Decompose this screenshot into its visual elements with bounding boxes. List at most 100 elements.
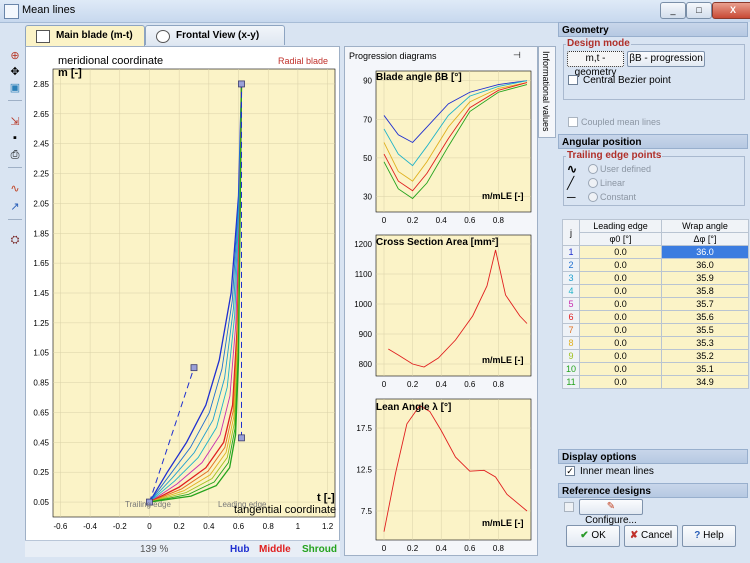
wrap-angle-cell[interactable]: 35.8 xyxy=(661,284,749,298)
table-row[interactable]: 6 0.0 35.6 xyxy=(562,310,749,324)
beta-progression-button[interactable]: βB - progression xyxy=(627,51,705,67)
ok-button[interactable]: ✔ OK xyxy=(566,525,620,547)
configure-button[interactable]: ✎ Configure... xyxy=(579,499,643,526)
table-row[interactable]: 8 0.0 35.3 xyxy=(562,336,749,350)
leading-edge-cell[interactable]: 0.0 xyxy=(579,271,662,285)
constant-curve-icon: ─ xyxy=(567,190,576,204)
control-point[interactable] xyxy=(190,364,198,372)
y-tick-label: 1.05 xyxy=(33,349,49,358)
y-tick-label: 0.25 xyxy=(33,468,49,477)
wrap-angle-cell[interactable]: 35.1 xyxy=(661,362,749,376)
settings-icon[interactable]: ⛭ xyxy=(9,234,21,246)
move-icon[interactable]: ✥ xyxy=(9,66,21,78)
user-defined-radio[interactable] xyxy=(588,164,598,174)
tab-label: Main blade (m-t) xyxy=(56,30,133,41)
y-tick-label: 0.65 xyxy=(33,408,49,417)
linear-radio[interactable] xyxy=(588,178,598,188)
table-row[interactable]: 1 0.0 36.0 xyxy=(562,245,749,259)
coupled-checkbox[interactable] xyxy=(568,117,578,127)
blade-angle-xlabel: m/mLE [-] xyxy=(482,191,524,201)
table-row[interactable]: 10 0.0 35.1 xyxy=(562,362,749,376)
user-defined-label: User defined xyxy=(600,164,652,174)
app-icon xyxy=(4,4,19,19)
print-icon[interactable]: ⎙ xyxy=(9,149,21,161)
inner-mean-lines-checkbox[interactable]: ✓ xyxy=(565,466,575,476)
grid-icon xyxy=(36,30,50,43)
main-blade-chart[interactable]: 0.05 0.25 0.45 0.65 0.85 1.05 1.25 1.45 1.65 1.85… xyxy=(26,47,339,539)
x-tick-label: 0.4 xyxy=(436,544,448,553)
leading-edge-cell[interactable]: 0.0 xyxy=(579,297,662,311)
y-tick-label: 2.85 xyxy=(33,80,49,89)
control-point[interactable] xyxy=(238,80,245,88)
y-tick-label: 7.5 xyxy=(361,507,373,516)
minimize-button[interactable]: _ xyxy=(660,2,686,19)
linear-curve-icon: ╱ xyxy=(567,176,575,190)
wrap-angle-cell[interactable]: 35.9 xyxy=(661,271,749,285)
pick-icon[interactable]: ↗ xyxy=(9,201,21,213)
fit-icon[interactable]: ▣ xyxy=(9,82,21,94)
legend-hub: Hub xyxy=(230,544,250,555)
wrap-angle-cell[interactable]: 35.7 xyxy=(661,297,749,311)
y-tick-label: 90 xyxy=(363,77,372,86)
y-tick-label: 70 xyxy=(363,115,372,124)
wrap-angle-cell[interactable]: 35.3 xyxy=(661,336,749,350)
leading-edge-cell[interactable]: 0.0 xyxy=(579,362,662,376)
x-tick-label: 0.6 xyxy=(464,216,476,225)
mt-geometry-button[interactable]: m,t - geometry xyxy=(567,51,624,78)
leading-edge-cell[interactable]: 0.0 xyxy=(579,375,662,389)
wrap-angle-cell[interactable]: 35.2 xyxy=(661,349,749,363)
ok-label: OK xyxy=(591,530,606,541)
y-tick-label: 0.05 xyxy=(33,498,49,507)
table-row[interactable]: 3 0.0 35.9 xyxy=(562,271,749,285)
zoom-in-icon[interactable]: ⊕ xyxy=(9,50,21,62)
close-button[interactable]: X xyxy=(712,2,750,19)
curve-icon[interactable]: ∿ xyxy=(9,183,21,195)
cancel-button[interactable]: ✘ Cancel xyxy=(624,525,678,547)
row-index: 4 xyxy=(562,284,580,298)
informational-values-tab[interactable]: Informational values xyxy=(538,46,556,138)
leading-edge-cell[interactable]: 0.0 xyxy=(579,323,662,337)
wrap-angle-cell[interactable]: 36.0 xyxy=(661,258,749,272)
x-tick-label: 0.2 xyxy=(407,216,419,225)
title-bar: Mean lines _ □ X xyxy=(0,0,750,23)
x-axis-title: tangential coordinate xyxy=(234,504,337,516)
leading-edge-cell[interactable]: 0.0 xyxy=(579,245,662,259)
constant-label: Constant xyxy=(600,192,637,202)
table-row[interactable]: 7 0.0 35.5 xyxy=(562,323,749,337)
leading-edge-cell[interactable]: 0.0 xyxy=(579,310,662,324)
display-options-header: Display options xyxy=(558,449,748,464)
export-icon[interactable]: ⇲ xyxy=(9,116,21,128)
table-row[interactable]: 4 0.0 35.8 xyxy=(562,284,749,298)
row-index: 3 xyxy=(562,271,580,285)
leading-edge-cell[interactable]: 0.0 xyxy=(579,284,662,298)
tab-frontal-view[interactable]: Frontal View (x-y) xyxy=(145,25,285,45)
help-button[interactable]: ? Help xyxy=(682,525,736,547)
x-tick-label: 0 xyxy=(382,216,387,225)
leading-edge-cell[interactable]: 0.0 xyxy=(579,349,662,363)
central-bezier-label: Central Bezier point xyxy=(583,75,671,86)
central-bezier-checkbox[interactable] xyxy=(568,75,578,85)
tab-main-blade[interactable]: Main blade (m-t) xyxy=(25,25,145,47)
y-tick-label: 17.5 xyxy=(356,424,372,433)
linear-label: Linear xyxy=(600,178,626,188)
table-row[interactable]: 11 0.0 34.9 xyxy=(562,375,749,389)
y-tick-label: 2.65 xyxy=(33,110,49,119)
leading-edge-cell[interactable]: 0.0 xyxy=(579,258,662,272)
pin-icon[interactable]: ⊣ xyxy=(513,50,521,61)
wrap-angle-cell[interactable]: 35.5 xyxy=(661,323,749,337)
constant-radio[interactable] xyxy=(588,192,598,202)
leading-edge-cell[interactable]: 0.0 xyxy=(579,336,662,350)
wrap-angle-cell[interactable]: 36.0 xyxy=(661,245,749,259)
reference-checkbox[interactable] xyxy=(564,502,574,512)
maximize-button[interactable]: □ xyxy=(686,2,712,19)
row-index: 7 xyxy=(562,323,580,337)
wrap-angle-cell[interactable]: 34.9 xyxy=(661,375,749,389)
table-row[interactable]: 2 0.0 36.0 xyxy=(562,258,749,272)
control-point[interactable] xyxy=(238,434,245,442)
row-index: 5 xyxy=(562,297,580,311)
save-icon[interactable]: ▪ xyxy=(9,132,21,144)
wrap-angle-cell[interactable]: 35.6 xyxy=(661,310,749,324)
y-tick-label: 1.65 xyxy=(33,259,49,268)
table-row[interactable]: 5 0.0 35.7 xyxy=(562,297,749,311)
table-row[interactable]: 9 0.0 35.2 xyxy=(562,349,749,363)
